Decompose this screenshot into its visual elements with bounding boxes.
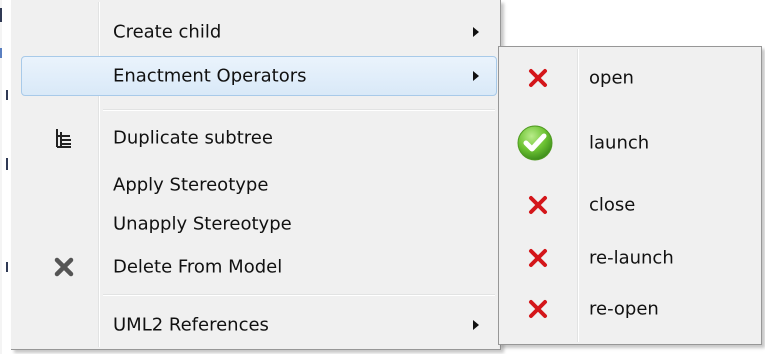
submenu-item-label: re-launch — [589, 247, 674, 269]
edge-tick — [6, 90, 8, 100]
submenu-arrow-icon — [473, 71, 479, 81]
submenu-item-label: launch — [589, 132, 650, 154]
menu-item-duplicate-subtree[interactable]: Duplicate subtree — [11, 120, 501, 156]
menu-item-delete-from-model[interactable]: Delete From Model — [11, 249, 501, 285]
edge-tick — [6, 262, 8, 272]
menu-separator — [103, 109, 495, 111]
red-x-icon — [529, 69, 547, 87]
menu-item-label: Duplicate subtree — [113, 127, 273, 149]
red-x-icon — [529, 249, 547, 267]
submenu-item-label: re-open — [589, 298, 659, 320]
submenu-arrow-icon — [473, 27, 479, 37]
context-menu: Create child Enactment Operators Duplica… — [11, 0, 501, 350]
menu-item-label: Apply Stereotype — [113, 174, 269, 196]
delete-x-icon — [54, 257, 74, 277]
menu-item-label: UML2 References — [113, 314, 269, 336]
submenu-item-open[interactable]: open — [499, 53, 761, 103]
green-check-icon — [517, 125, 553, 161]
tree-hierarchy-icon — [56, 129, 71, 148]
submenu-item-re-launch[interactable]: re-launch — [499, 233, 761, 283]
red-x-icon — [529, 196, 547, 214]
submenu-item-re-open[interactable]: re-open — [499, 284, 761, 334]
submenu-item-label: close — [589, 194, 636, 216]
menu-item-create-child[interactable]: Create child — [11, 14, 501, 50]
submenu-item-close[interactable]: close — [499, 180, 761, 230]
menu-item-label: Delete From Model — [113, 256, 283, 278]
edge-tick — [0, 48, 2, 58]
submenu-item-label: open — [589, 67, 634, 89]
menu-item-apply-stereotype[interactable]: Apply Stereotype — [11, 167, 501, 203]
menu-item-unapply-stereotype[interactable]: Unapply Stereotype — [11, 206, 501, 242]
menu-item-enactment-operators[interactable]: Enactment Operators — [11, 56, 501, 96]
edge-tick — [6, 158, 8, 170]
menu-item-uml2-references[interactable]: UML2 References — [11, 307, 501, 343]
menu-item-label: Unapply Stereotype — [113, 213, 292, 235]
menu-item-label: Enactment Operators — [113, 65, 307, 87]
enactment-operators-submenu: open launch close re-launch re-open — [498, 46, 762, 345]
red-x-icon — [529, 300, 547, 318]
menu-item-label: Create child — [113, 21, 222, 43]
menu-separator — [103, 294, 495, 296]
submenu-item-launch[interactable]: launch — [499, 118, 761, 168]
submenu-arrow-icon — [473, 320, 479, 330]
edge-tick — [0, 8, 2, 22]
